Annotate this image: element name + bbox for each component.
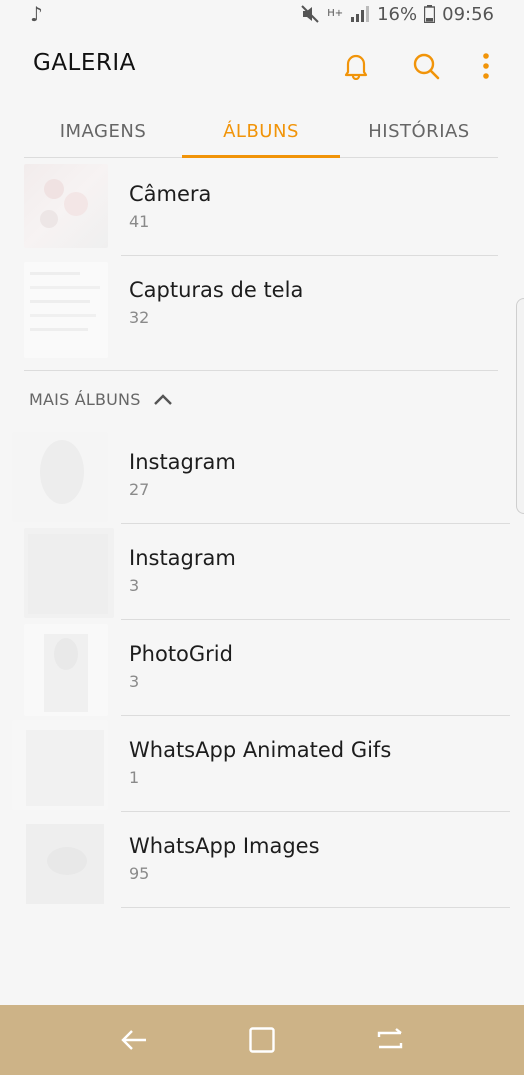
home-button[interactable]: [232, 1010, 292, 1070]
album-name: PhotoGrid: [129, 642, 233, 666]
music-note-icon: ♪: [30, 2, 43, 26]
tab-albums[interactable]: ÁLBUNS: [182, 106, 340, 158]
search-icon: [413, 53, 440, 80]
app-bar: GALERIA: [0, 28, 524, 106]
more-albums-header[interactable]: MAIS ÁLBUNS: [29, 390, 173, 409]
album-photogrid[interactable]: PhotoGrid 3: [0, 620, 524, 716]
album-camera[interactable]: Câmera 41: [0, 160, 524, 256]
album-instagram[interactable]: Instagram 27: [0, 428, 524, 524]
home-square-icon: [249, 1027, 275, 1053]
back-button[interactable]: [104, 1010, 164, 1070]
tab-images[interactable]: IMAGENS: [24, 106, 182, 157]
section-divider: [24, 370, 498, 371]
album-thumbnail: [12, 816, 108, 906]
network-type: H+: [327, 8, 344, 19]
gif-thumbnail-image: [26, 730, 104, 806]
album-count: 27: [129, 480, 150, 499]
instagram-thumbnail-image: [40, 440, 84, 504]
album-name: WhatsApp Images: [129, 834, 320, 858]
album-count: 32: [129, 308, 150, 327]
album-instagram-2[interactable]: Instagram 3: [0, 524, 524, 620]
battery-icon: [424, 5, 436, 23]
status-bar: ♪ H+ 16% 09:56: [0, 0, 524, 28]
instagram-thumbnail-image: [28, 534, 108, 614]
bell-icon: [344, 54, 368, 80]
whatsapp-images-thumbnail-image: [26, 824, 104, 904]
photogrid-thumbnail-image: [44, 634, 88, 712]
album-name: WhatsApp Animated Gifs: [129, 738, 392, 762]
tab-bar: IMAGENS ÁLBUNS HISTÓRIAS: [24, 106, 498, 158]
album-thumbnail: [24, 528, 114, 618]
album-count: 95: [129, 864, 150, 883]
album-whatsapp-gifs[interactable]: WhatsApp Animated Gifs 1: [0, 716, 524, 812]
album-count: 41: [129, 212, 150, 231]
album-screenshots[interactable]: Capturas de tela 32: [0, 256, 524, 358]
battery-percent: 16%: [377, 3, 418, 25]
album-thumbnail: [12, 720, 108, 810]
recent-apps-icon: [377, 1028, 403, 1049]
signal-icon: [351, 6, 370, 22]
tab-stories[interactable]: HISTÓRIAS: [340, 106, 498, 157]
album-count: 3: [129, 576, 140, 595]
more-options-button[interactable]: [476, 48, 496, 84]
album-thumbnail: [24, 262, 108, 358]
camera-thumbnail-image: [40, 179, 88, 228]
album-thumbnail: [24, 164, 108, 248]
back-arrow-icon: [121, 1030, 146, 1050]
album-thumbnail: [24, 624, 108, 716]
more-vert-icon: [483, 53, 489, 79]
mute-icon: [301, 5, 319, 23]
clock: 09:56: [442, 3, 494, 25]
more-albums-label: MAIS ÁLBUNS: [29, 390, 141, 409]
app-title: GALERIA: [33, 50, 136, 76]
divider: [121, 907, 510, 908]
system-nav-bar: [0, 1005, 524, 1075]
search-button[interactable]: [406, 48, 446, 84]
album-name: Instagram: [129, 450, 236, 474]
album-count: 1: [129, 768, 140, 787]
app-actions: [336, 48, 496, 84]
screenshot-thumbnail-image: [30, 272, 100, 331]
album-name: Instagram: [129, 546, 236, 570]
album-name: Capturas de tela: [129, 278, 304, 302]
status-icons: H+ 16% 09:56: [300, 4, 494, 25]
album-name: Câmera: [129, 182, 212, 206]
recents-button[interactable]: [360, 1010, 420, 1070]
notifications-button[interactable]: [336, 48, 376, 84]
album-thumbnail: [12, 432, 108, 522]
album-whatsapp-images[interactable]: WhatsApp Images 95: [0, 812, 524, 908]
chevron-up-icon: [153, 393, 172, 405]
album-count: 3: [129, 672, 140, 691]
